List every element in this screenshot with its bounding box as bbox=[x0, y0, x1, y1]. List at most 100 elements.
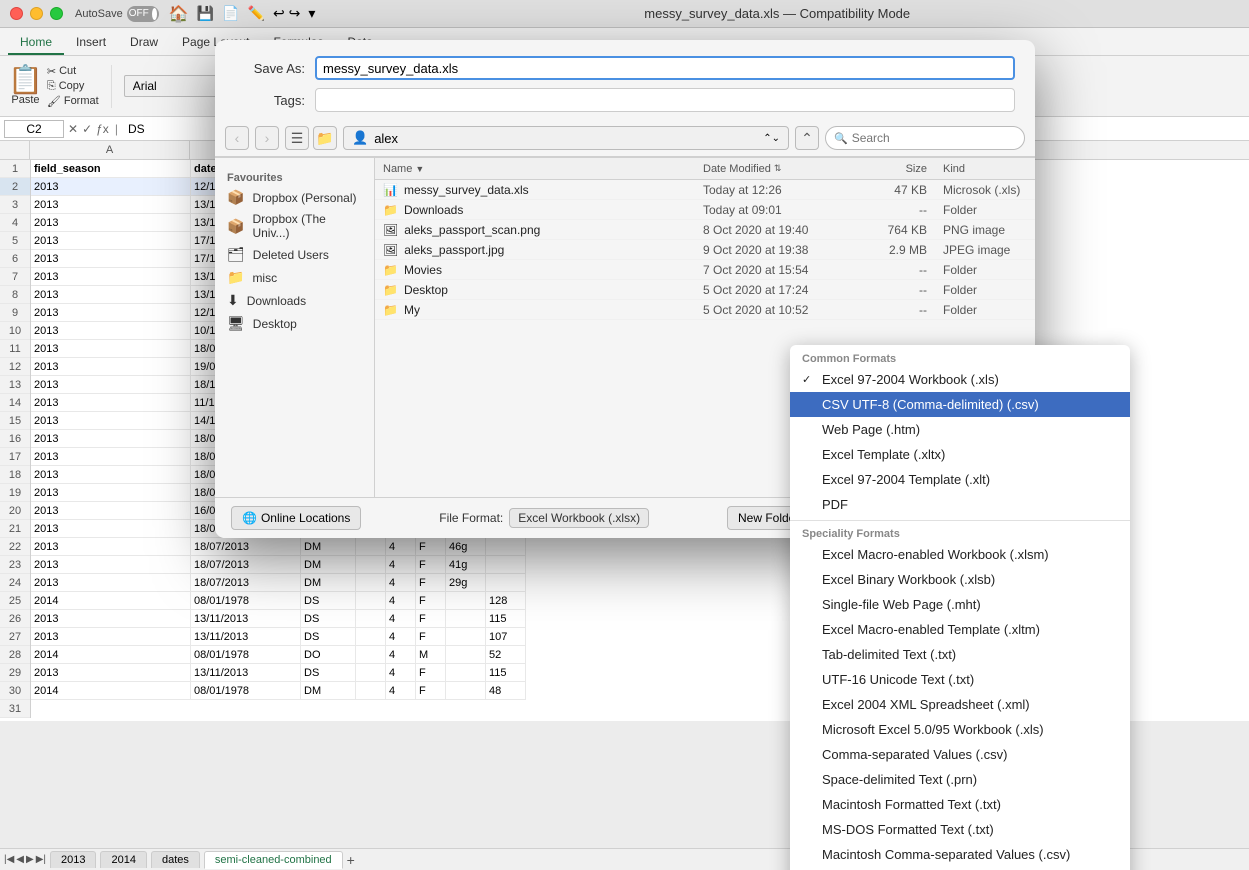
sidebar-item-desktop[interactable]: 🖥 Desktop bbox=[215, 312, 374, 335]
format-mht[interactable]: Single-file Web Page (.mht) bbox=[790, 592, 1130, 617]
sidebar-item-misc[interactable]: 📁 misc bbox=[215, 266, 374, 289]
sort-icon: ▼ bbox=[415, 164, 424, 174]
new-folder-toolbar-button[interactable]: 📁 bbox=[313, 126, 337, 150]
tab-home[interactable]: Home bbox=[8, 31, 64, 55]
list-item[interactable]: 📁 Downloads Today at 09:01 -- Folder bbox=[375, 200, 1035, 220]
cell-reference-input[interactable] bbox=[4, 120, 64, 138]
copy-button[interactable]: ⎘ Copy bbox=[47, 80, 99, 93]
folder-icon: 📁 bbox=[383, 203, 398, 217]
format-txt-utf16[interactable]: UTF-16 Unicode Text (.txt) bbox=[790, 667, 1130, 692]
undo-redo: ↩ ↪ bbox=[273, 5, 300, 22]
pencil-icon[interactable]: ✏️ bbox=[248, 5, 265, 22]
format-prn[interactable]: Space-delimited Text (.prn) bbox=[790, 767, 1130, 792]
format-xlsb[interactable]: Excel Binary Workbook (.xlsb) bbox=[790, 567, 1130, 592]
close-button[interactable] bbox=[10, 7, 23, 20]
add-sheet-button[interactable]: + bbox=[347, 852, 355, 868]
maximize-button[interactable] bbox=[50, 7, 63, 20]
list-item[interactable]: 📁 Movies 7 Oct 2020 at 15:54 -- Folder bbox=[375, 260, 1035, 280]
insert-function-icon[interactable]: ƒx bbox=[96, 122, 109, 136]
row-26: 26 bbox=[0, 610, 30, 628]
location-dropdown[interactable]: 👤 alex ⌃⌄ bbox=[343, 126, 789, 150]
format-mac-txt[interactable]: Macintosh Formatted Text (.txt) bbox=[790, 792, 1130, 817]
format-xltm[interactable]: Excel Macro-enabled Template (.xltm) bbox=[790, 617, 1130, 642]
table-row: 201313/11/2013DS4F107 bbox=[31, 628, 526, 646]
location-name: alex bbox=[374, 131, 398, 146]
name-column-header[interactable]: Name ▼ bbox=[375, 163, 695, 175]
expand-button[interactable]: ⌃ bbox=[795, 126, 819, 150]
format-csv-utf8[interactable]: CSV UTF-8 (Comma-delimited) (.csv) bbox=[790, 392, 1130, 417]
format-xltx[interactable]: Excel Template (.xltx) bbox=[790, 442, 1130, 467]
redo-button[interactable]: ↪ bbox=[289, 5, 301, 22]
format-xlsm[interactable]: Excel Macro-enabled Workbook (.xlsm) bbox=[790, 542, 1130, 567]
format-xlt[interactable]: Excel 97-2004 Template (.xlt) bbox=[790, 467, 1130, 492]
document-icon[interactable]: 📄 bbox=[222, 5, 239, 22]
format-dos-txt[interactable]: MS-DOS Formatted Text (.txt) bbox=[790, 817, 1130, 842]
first-tab-button[interactable]: |◀ bbox=[4, 854, 14, 865]
tags-input[interactable] bbox=[315, 88, 1015, 112]
kind-column-header[interactable]: Kind bbox=[935, 163, 1035, 175]
sheet-tab-2014[interactable]: 2014 bbox=[100, 851, 146, 868]
file-format-dropdown[interactable]: Excel Workbook (.xlsx) bbox=[509, 508, 649, 528]
cancel-formula-icon[interactable]: ✕ bbox=[68, 122, 78, 136]
tab-draw[interactable]: Draw bbox=[118, 31, 170, 55]
filename-input[interactable] bbox=[315, 56, 1015, 80]
format-pdf[interactable]: PDF bbox=[790, 492, 1130, 517]
list-item[interactable]: 🖼 aleks_passport_scan.png 8 Oct 2020 at … bbox=[375, 220, 1035, 240]
cell-a2[interactable]: 2013 bbox=[31, 178, 191, 196]
sidebar-item-label: Dropbox (Personal) bbox=[252, 191, 356, 205]
format-csv[interactable]: Comma-separated Values (.csv) bbox=[790, 742, 1130, 767]
cut-button[interactable]: ✂ Cut bbox=[47, 65, 99, 78]
cell-a1[interactable]: field_season bbox=[31, 160, 191, 178]
list-item[interactable]: 📊 messy_survey_data.xls Today at 12:26 4… bbox=[375, 180, 1035, 200]
sheet-tab-dates[interactable]: dates bbox=[151, 851, 200, 868]
list-item[interactable]: 📁 Desktop 5 Oct 2020 at 17:24 -- Folder bbox=[375, 280, 1035, 300]
table-row: 201318/07/2013DM4F46g bbox=[31, 538, 526, 556]
online-locations-button[interactable]: 🌐 Online Locations bbox=[231, 506, 361, 530]
size-column-header[interactable]: Size bbox=[855, 163, 935, 175]
sheet-tab-semi-cleaned[interactable]: semi-cleaned-combined bbox=[204, 851, 343, 869]
row-17: 17 bbox=[0, 448, 30, 466]
titlebar: AutoSave OFF 🏠 💾 📄 ✏️ ↩ ↪ ▾ messy_survey… bbox=[0, 0, 1249, 28]
row-11: 11 bbox=[0, 340, 30, 358]
prev-tab-button[interactable]: ◀ bbox=[16, 854, 24, 865]
format-htm[interactable]: Web Page (.htm) bbox=[790, 417, 1130, 442]
sidebar-item-dropbox-univ[interactable]: 📦 Dropbox (The Univ...) bbox=[215, 209, 374, 243]
file-format-row: File Format: Excel Workbook (.xlsx) bbox=[439, 508, 649, 528]
list-item[interactable]: 📁 My 5 Oct 2020 at 10:52 -- Folder bbox=[375, 300, 1035, 320]
autosave-label: AutoSave bbox=[75, 8, 123, 20]
format-button[interactable]: 🖌 Format bbox=[47, 95, 99, 108]
search-input[interactable] bbox=[852, 131, 1016, 145]
next-tab-button[interactable]: ▶ bbox=[26, 854, 34, 865]
save-icon[interactable]: 💾 bbox=[197, 5, 214, 22]
format-xls-95[interactable]: Microsoft Excel 5.0/95 Workbook (.xls) bbox=[790, 717, 1130, 742]
row-7: 7 bbox=[0, 268, 30, 286]
desktop-icon: 🖥 bbox=[227, 315, 245, 332]
sheet-tab-2013[interactable]: 2013 bbox=[50, 851, 96, 868]
format-xml[interactable]: Excel 2004 XML Spreadsheet (.xml) bbox=[790, 692, 1130, 717]
list-item[interactable]: 🖼 aleks_passport.jpg 9 Oct 2020 at 19:38… bbox=[375, 240, 1035, 260]
movies-folder-icon: 📁 bbox=[383, 263, 398, 277]
table-row: 201408/01/1978DM4F48 bbox=[31, 682, 526, 700]
tab-insert[interactable]: Insert bbox=[64, 31, 118, 55]
sidebar-item-deleted-users[interactable]: 🗂 Deleted Users bbox=[215, 243, 374, 266]
row-23: 23 bbox=[0, 556, 30, 574]
sidebar-item-dropbox-personal[interactable]: 📦 Dropbox (Personal) bbox=[215, 186, 374, 209]
specialty-formats-header: Speciality Formats bbox=[790, 524, 1130, 542]
sidebar-item-downloads[interactable]: ⬇ Downloads bbox=[215, 289, 374, 312]
forward-button[interactable]: › bbox=[255, 126, 279, 150]
autosave-toggle[interactable]: OFF bbox=[127, 6, 159, 22]
paste-button[interactable]: 📋 Paste bbox=[8, 66, 43, 106]
date-column-header[interactable]: Date Modified ⇅ bbox=[695, 163, 855, 175]
format-mac-csv[interactable]: Macintosh Comma-separated Values (.csv) bbox=[790, 842, 1130, 867]
last-tab-button[interactable]: ▶| bbox=[36, 854, 46, 865]
list-view-button[interactable]: ☰ bbox=[285, 126, 309, 150]
home-icon[interactable]: 🏠 bbox=[169, 4, 189, 24]
undo-button[interactable]: ↩ bbox=[273, 5, 285, 22]
more-icon[interactable]: ▾ bbox=[308, 5, 315, 22]
back-button[interactable]: ‹ bbox=[225, 126, 249, 150]
minimize-button[interactable] bbox=[30, 7, 43, 20]
format-xls[interactable]: ✓ Excel 97-2004 Workbook (.xls) bbox=[790, 367, 1130, 392]
col-a[interactable]: A bbox=[30, 141, 190, 159]
format-txt-tab[interactable]: Tab-delimited Text (.txt) bbox=[790, 642, 1130, 667]
confirm-formula-icon[interactable]: ✓ bbox=[82, 122, 92, 136]
